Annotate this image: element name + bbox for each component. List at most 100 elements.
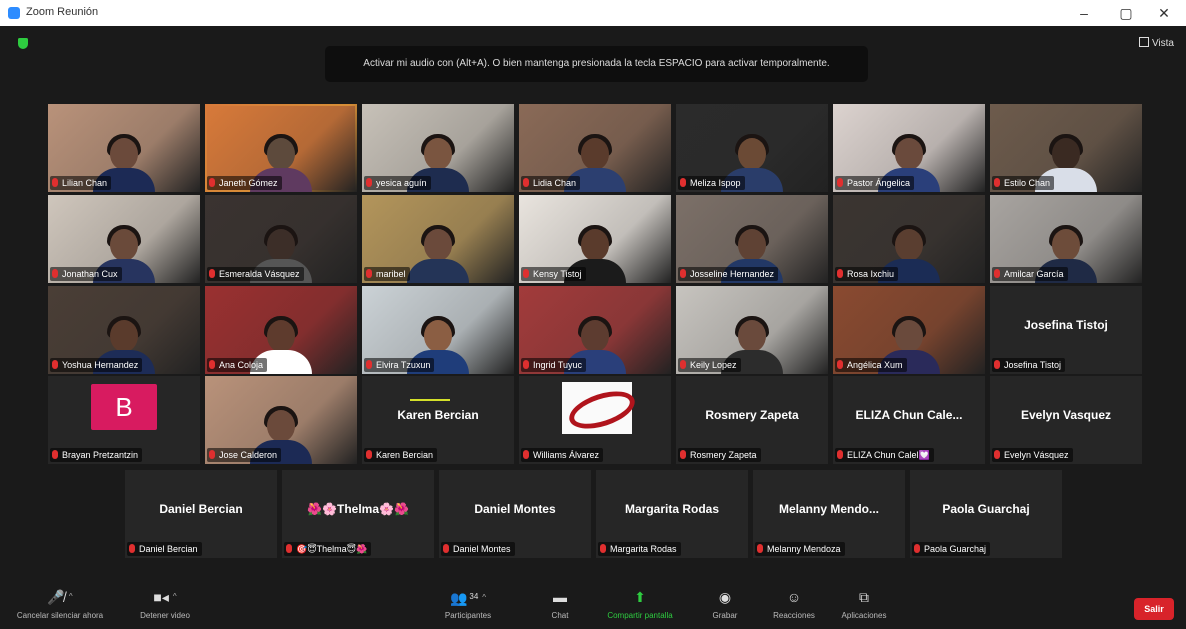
mic-muted-icon xyxy=(994,450,1000,459)
participant-name-tile[interactable]: Daniel Montes Daniel Montes xyxy=(439,470,591,558)
reactions-button[interactable]: ☺ Reacciones xyxy=(762,587,826,627)
participant-name-tile[interactable]: ELIZA Chun Cale... ELIZA Chun Calel💟 xyxy=(833,376,985,464)
participant-name: Josseline Hernandez xyxy=(690,269,775,279)
participant-name-tile[interactable]: Evelyn Vasquez Evelyn Vásquez xyxy=(990,376,1142,464)
participant-video-tile[interactable]: Ana Coloja xyxy=(205,286,357,374)
participant-name-tile[interactable]: Daniel Bercian Daniel Bercian xyxy=(125,470,277,558)
participant-name: Rosa Ixchiu xyxy=(847,269,895,279)
participant-name-tag: Williams Álvarez xyxy=(521,448,604,462)
participant-video-tile[interactable]: Pastor Ángelica xyxy=(833,104,985,192)
mic-muted-icon: 🎤̸ ^ xyxy=(47,589,73,605)
participant-name: Josefina Tistoj xyxy=(1004,360,1062,370)
mic-muted-icon xyxy=(837,360,843,369)
minimize-button[interactable]: – xyxy=(1066,2,1102,24)
participant-name: Daniel Bercian xyxy=(139,544,198,554)
mic-muted-icon xyxy=(209,269,215,278)
chat-button[interactable]: ▬ Chat xyxy=(540,587,580,627)
participant-name: Ana Coloja xyxy=(219,360,264,370)
view-button[interactable]: Vista xyxy=(1138,37,1174,49)
share-screen-button[interactable]: ⬆ Compartir pantalla xyxy=(592,587,688,627)
mic-muted-icon xyxy=(366,178,372,187)
participant-name: Ingrid Tuyuc xyxy=(533,360,583,370)
participant-name-tile[interactable]: Paola Guarchaj Paola Guarchaj xyxy=(910,470,1062,558)
unmute-button[interactable]: 🎤̸ ^ Cancelar silenciar ahora xyxy=(10,587,110,627)
mic-muted-icon xyxy=(680,178,686,187)
participant-name-tag: maribel xyxy=(364,267,410,281)
participants-count: 34 xyxy=(469,592,479,601)
participant-video-tile[interactable]: Meliza Ispop xyxy=(676,104,828,192)
participant-name: Keily Lopez xyxy=(690,360,737,370)
participant-name-tag: Pastor Ángelica xyxy=(835,176,915,190)
apps-button[interactable]: ⧉ Aplicaciones xyxy=(832,587,896,627)
security-shield-icon[interactable] xyxy=(18,38,28,49)
mic-muted-icon xyxy=(52,450,58,459)
participant-name-tile[interactable]: Josefina Tistoj Josefina Tistoj xyxy=(990,286,1142,374)
participant-video-tile[interactable]: Jonathan Cux xyxy=(48,195,200,283)
leave-button[interactable]: Salir xyxy=(1134,598,1174,620)
participant-name-tag: Margarita Rodas xyxy=(598,542,681,556)
participant-video-tile[interactable]: Keily Lopez xyxy=(676,286,828,374)
participant-video-tile[interactable]: maribel xyxy=(362,195,514,283)
mic-muted-icon xyxy=(52,360,58,369)
participant-name-tag: Lilian Chan xyxy=(50,176,112,190)
participant-video-tile[interactable]: Ingrid Tuyuc xyxy=(519,286,671,374)
participant-name-tile[interactable]: 🌺🌸Thelma🌸🌺 🎯😇Thelma😇🌺 xyxy=(282,470,434,558)
mic-muted-icon xyxy=(523,269,529,278)
share-screen-icon: ⬆ xyxy=(634,589,646,605)
participant-name: Yoshua Hernandez xyxy=(62,360,139,370)
participant-name-tag: yesica aguín xyxy=(364,176,431,190)
share-screen-label: Compartir pantalla xyxy=(607,611,673,620)
participant-name: Angélica Xum xyxy=(847,360,903,370)
participant-name-tile[interactable]: Margarita Rodas Margarita Rodas xyxy=(596,470,748,558)
participant-video-tile[interactable]: Elvira Tzuxun xyxy=(362,286,514,374)
participant-name: Evelyn Vásquez xyxy=(1004,450,1069,460)
participant-video-tile[interactable]: Estilo Chan xyxy=(990,104,1142,192)
record-label: Grabar xyxy=(712,611,738,620)
participant-video-tile[interactable]: Angélica Xum xyxy=(833,286,985,374)
participant-name-tile[interactable]: Melanny Mendo... Melanny Mendoza xyxy=(753,470,905,558)
mic-muted-icon xyxy=(209,450,215,459)
participant-video-tile[interactable]: yesica aguín xyxy=(362,104,514,192)
close-button[interactable]: ✕ xyxy=(1146,2,1182,24)
mic-muted-icon xyxy=(600,544,606,553)
mic-muted-icon xyxy=(366,269,372,278)
participant-video-tile[interactable]: Kensy Tistoj xyxy=(519,195,671,283)
stop-video-button[interactable]: ■◂ ^ Detener video xyxy=(130,587,200,627)
meeting-toolbar: 🎤̸ ^ Cancelar silenciar ahora ■◂ ^ Detener… xyxy=(0,581,1186,629)
participant-display-name: Margarita Rodas xyxy=(624,502,720,516)
participant-video-tile[interactable]: Amilcar García xyxy=(990,195,1142,283)
participant-name: Williams Álvarez xyxy=(533,450,600,460)
mic-muted-icon xyxy=(680,269,686,278)
participant-video-tile[interactable]: Jose Calderon xyxy=(205,376,357,464)
mic-muted-icon xyxy=(209,360,215,369)
record-icon: ◉ xyxy=(718,589,732,605)
participant-video-tile[interactable]: Josseline Hernandez xyxy=(676,195,828,283)
participant-video-tile[interactable]: Lilian Chan xyxy=(48,104,200,192)
participant-name: Meliza Ispop xyxy=(690,178,741,188)
record-button[interactable]: ◉ Grabar xyxy=(700,587,750,627)
participant-display-name: Paola Guarchaj xyxy=(942,502,1030,516)
participant-name: Daniel Montes xyxy=(453,544,511,554)
mic-muted-icon xyxy=(914,544,920,553)
maximize-button[interactable]: ▢ xyxy=(1108,2,1144,24)
participant-video-tile[interactable]: Yoshua Hernandez xyxy=(48,286,200,374)
participant-video-tile[interactable]: Esmeralda Vásquez xyxy=(205,195,357,283)
participants-button[interactable]: 👥 34 ^ Participantes xyxy=(430,587,506,627)
participant-name-tile[interactable]: Karen Bercian Karen Bercian xyxy=(362,376,514,464)
participant-name-tag: Josseline Hernandez xyxy=(678,267,779,281)
window-title: Zoom Reunión xyxy=(26,6,99,18)
participant-name-tile[interactable]: Brayan Pretzantzin B xyxy=(48,376,200,464)
mic-muted-icon xyxy=(837,450,843,459)
participant-name: Brayan Pretzantzin xyxy=(62,450,139,460)
chat-bubble-icon: ▬ xyxy=(553,589,567,605)
participant-video-tile[interactable]: Lidia Chan xyxy=(519,104,671,192)
participant-name-tile[interactable]: Rosmery Zapeta Rosmery Zapeta xyxy=(676,376,828,464)
participant-display-name: Josefina Tistoj xyxy=(1024,318,1108,332)
participant-name: ELIZA Chun Calel💟 xyxy=(847,450,930,460)
participant-name-tag: Ingrid Tuyuc xyxy=(521,358,587,372)
participant-video-tile[interactable]: Janeth Gómez xyxy=(205,104,357,192)
participant-name-tag: Esmeralda Vásquez xyxy=(207,267,304,281)
participant-video-tile[interactable]: Rosa Ixchiu xyxy=(833,195,985,283)
participant-name-tile[interactable]: Williams Álvarez xyxy=(519,376,671,464)
participant-display-name: 🌺🌸Thelma🌸🌺 xyxy=(307,502,409,516)
